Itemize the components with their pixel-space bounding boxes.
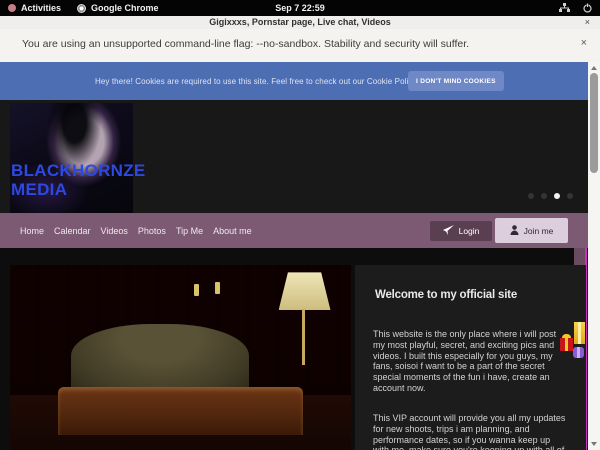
accept-cookies-button[interactable]: I DON'T MIND COOKIES xyxy=(408,71,504,91)
login-label: Login xyxy=(459,226,480,236)
nav-item-calendar[interactable]: Calendar xyxy=(54,226,91,236)
cookie-message: Hey there! Cookies are required to use t… xyxy=(95,77,461,86)
chrome-warning-bar: You are using an unsupported command-lin… xyxy=(0,29,600,63)
carousel-dot-3-active[interactable] xyxy=(554,193,560,199)
scroll-up-icon[interactable] xyxy=(591,66,597,70)
warning-close-icon[interactable]: × xyxy=(581,37,587,49)
nav-item-videos[interactable]: Videos xyxy=(101,226,128,236)
activities-button[interactable]: Activities xyxy=(8,3,61,13)
join-me-button[interactable]: Join me xyxy=(495,218,568,243)
window-title: Gigixxxs, Pornstar page, Live chat, Vide… xyxy=(0,16,600,29)
photo-couch xyxy=(71,324,248,394)
header-banner-shading xyxy=(47,103,102,169)
welcome-panel: Welcome to my official site This website… xyxy=(355,265,586,450)
nav-item-photos[interactable]: Photos xyxy=(138,226,166,236)
warning-message: You are using an unsupported command-lin… xyxy=(22,38,469,50)
window-close-icon[interactable]: × xyxy=(585,16,590,29)
app-menu-label: Google Chrome xyxy=(91,3,159,13)
activities-indicator-icon xyxy=(8,4,16,12)
app-menu-button[interactable]: Google Chrome xyxy=(77,3,159,13)
nav-item-about-me[interactable]: About me xyxy=(213,226,252,236)
nav-item-home[interactable]: Home xyxy=(20,226,44,236)
screen: Sep 7 22:59 Activities Google Chrome xyxy=(0,0,600,450)
window-title-bar: Gigixxxs, Pornstar page, Live chat, Vide… xyxy=(0,16,600,30)
scroll-down-icon[interactable] xyxy=(591,442,597,446)
activities-label: Activities xyxy=(21,3,61,13)
photo-lamp-pole xyxy=(302,309,305,365)
site-logo[interactable]: BLACKHORNZE MEDIA xyxy=(11,161,146,199)
gift-red-icon xyxy=(560,338,573,351)
login-button[interactable]: Login xyxy=(430,221,492,241)
nav-item-tip-me[interactable]: Tip Me xyxy=(176,226,203,236)
photo-candle xyxy=(215,282,220,294)
user-icon xyxy=(510,225,519,237)
gift-gold-icon xyxy=(574,322,585,344)
gift-purple-icon xyxy=(573,347,584,358)
slider-photo xyxy=(10,265,351,450)
scrollbar-thumb[interactable] xyxy=(590,73,598,173)
site-logo-line1: BLACKHORNZE xyxy=(11,161,146,180)
site-logo-line2: MEDIA xyxy=(11,180,146,199)
join-me-label: Join me xyxy=(524,226,554,236)
carousel-dot-2[interactable] xyxy=(541,193,547,199)
welcome-heading: Welcome to my official site xyxy=(375,289,517,301)
carousel-dot-1[interactable] xyxy=(528,193,534,199)
power-icon[interactable] xyxy=(583,3,592,13)
chrome-icon xyxy=(77,4,86,13)
scrollbar[interactable] xyxy=(588,62,600,450)
send-icon xyxy=(443,225,454,237)
gifts-image[interactable] xyxy=(560,320,588,368)
carousel-dots xyxy=(528,193,573,199)
photo-candle xyxy=(194,284,199,296)
carousel-dot-4[interactable] xyxy=(567,193,573,199)
cookie-notice-bar: Hey there! Cookies are required to use t… xyxy=(0,62,588,100)
nav-links: Home Calendar Videos Photos Tip Me About… xyxy=(20,213,252,248)
photo-table xyxy=(58,387,304,435)
network-icon[interactable] xyxy=(559,3,570,13)
welcome-paragraph-2: This VIP account will provide you all my… xyxy=(373,413,568,450)
system-top-bar: Sep 7 22:59 Activities Google Chrome xyxy=(0,0,600,16)
welcome-paragraph-1: This website is the only place where i w… xyxy=(373,329,568,394)
